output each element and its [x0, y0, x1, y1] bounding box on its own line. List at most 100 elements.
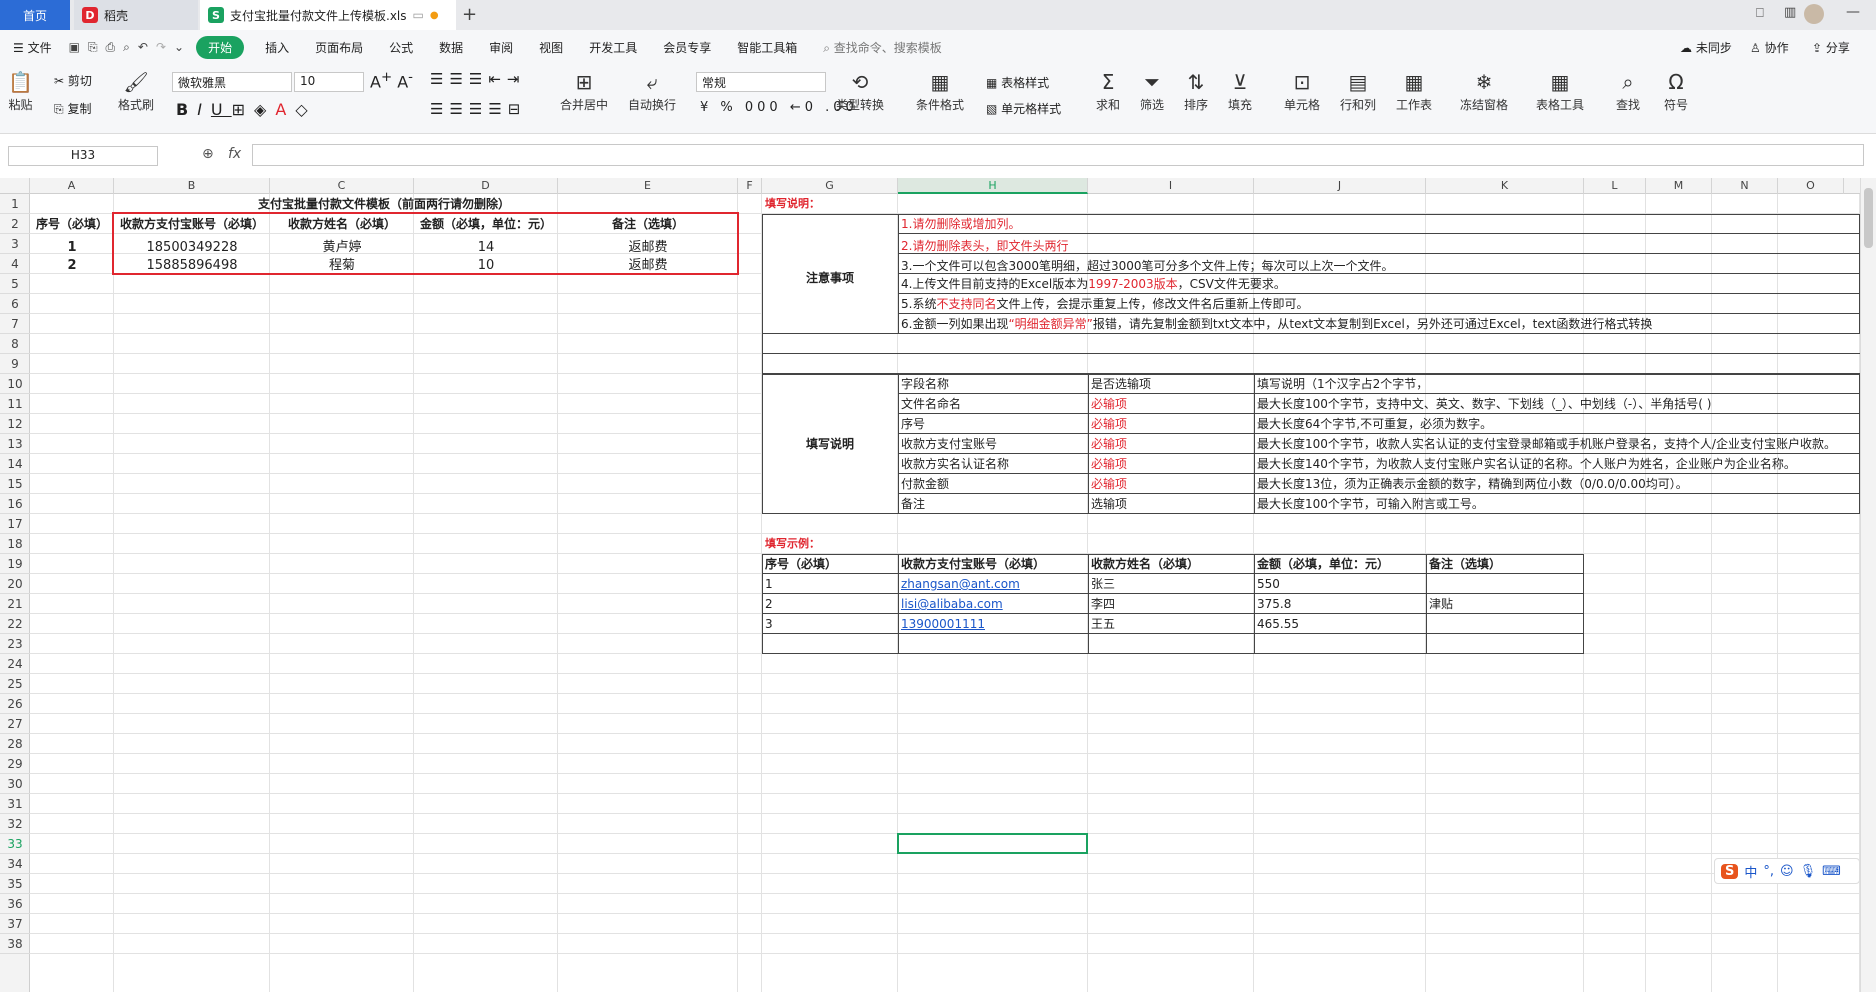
font-size-select[interactable]: 10 [294, 72, 364, 92]
row-header[interactable]: 31 [0, 794, 30, 814]
freeze-button[interactable]: ❄ 冻结窗格 [1460, 70, 1508, 113]
menu-file[interactable]: ☰ 文件 [0, 39, 65, 56]
menu-review[interactable]: 审阅 [476, 39, 526, 56]
keyboard-icon[interactable]: ⌨ [1822, 864, 1841, 879]
row-header[interactable]: 2 [0, 214, 30, 234]
align-bottom-group[interactable]: ☰☰☰☰⊟ [430, 100, 526, 118]
command-search[interactable]: ⌕ 查找命令、搜索模板 [810, 39, 955, 56]
page-num-icon[interactable]: ⎕ [1756, 6, 1764, 21]
col-header[interactable]: L [1584, 178, 1646, 194]
preview-icon[interactable]: ⌕ [119, 40, 134, 55]
zoom-icon[interactable]: ⊕ [202, 146, 214, 162]
menu-page-layout[interactable]: 页面布局 [302, 39, 376, 56]
menu-smart-toolbox[interactable]: 智能工具箱 [724, 39, 810, 56]
example-account-link[interactable]: lisi@alibaba.com [901, 594, 1085, 614]
selected-cell-h33[interactable] [897, 833, 1088, 854]
paste-button[interactable]: 📋 粘贴 [8, 70, 33, 113]
filter-button[interactable]: ⏷ 筛选 [1140, 70, 1164, 113]
row-header[interactable]: 14 [0, 454, 30, 474]
sheet-button[interactable]: ▦ 工作表 [1396, 70, 1432, 113]
fx-icon[interactable]: fx [228, 146, 241, 162]
clear-icon[interactable]: ◇ [295, 100, 316, 119]
layout-icon[interactable]: ▥ [1784, 5, 1796, 20]
ime-punct[interactable]: °, [1763, 864, 1774, 879]
wrap-text-button[interactable]: ⤶ 自动换行 [628, 70, 676, 113]
row-header[interactable]: 12 [0, 414, 30, 434]
align-top-group[interactable]: ☰☰☰⇤⇥ [430, 70, 525, 88]
col-header[interactable]: F [738, 178, 762, 194]
row-header[interactable]: 25 [0, 674, 30, 694]
col-header[interactable]: M [1646, 178, 1712, 194]
row-header[interactable]: 21 [0, 594, 30, 614]
row-header[interactable]: 20 [0, 574, 30, 594]
print-icon[interactable]: ⎙ [102, 40, 120, 55]
menu-start[interactable]: 开始 [196, 35, 245, 59]
col-header[interactable]: E [558, 178, 738, 194]
mic-icon[interactable]: 🎙 [1800, 864, 1817, 879]
number-format-select[interactable]: 常规 [696, 72, 826, 92]
underline-icon[interactable]: U [211, 100, 232, 119]
more-chevron-icon[interactable]: ⌄ [170, 40, 188, 54]
number-format-group[interactable]: ¥ % 000 ←0 .00 [700, 100, 858, 115]
menu-formula[interactable]: 公式 [376, 39, 426, 56]
row-header[interactable]: 18 [0, 534, 30, 554]
window-icon[interactable]: ▭ [413, 8, 424, 22]
row-header[interactable]: 30 [0, 774, 30, 794]
menu-member[interactable]: 会员专享 [650, 39, 724, 56]
col-header[interactable]: O [1778, 178, 1844, 194]
menu-view[interactable]: 视图 [526, 39, 576, 56]
avatar[interactable] [1804, 4, 1824, 24]
sync-status[interactable]: ☁ 未同步 [1680, 39, 1732, 56]
col-header[interactable]: N [1712, 178, 1778, 194]
sum-button[interactable]: Σ 求和 [1096, 70, 1120, 113]
example-account-link[interactable]: zhangsan@ant.com [901, 574, 1085, 594]
fill-color-icon[interactable]: ◈ [254, 100, 275, 119]
format-painter-button[interactable]: 🖌 格式刷 [118, 70, 154, 113]
undo-icon[interactable]: ↶ [134, 40, 152, 54]
col-header[interactable]: J [1254, 178, 1426, 194]
symbol-button[interactable]: Ω 符号 [1664, 70, 1688, 113]
fill-button[interactable]: ⊻ 填充 [1228, 70, 1252, 113]
export-icon[interactable]: ⎘ [84, 40, 102, 55]
font-grow-icon[interactable]: A+ A- [370, 70, 413, 91]
menu-data[interactable]: 数据 [426, 39, 476, 56]
col-header[interactable]: G [762, 178, 898, 194]
name-box[interactable]: H33 [8, 146, 158, 166]
sort-button[interactable]: ⇅ 排序 [1184, 70, 1208, 113]
cell-button[interactable]: ⊡ 单元格 [1284, 70, 1320, 113]
row-header[interactable]: 32 [0, 814, 30, 834]
col-header[interactable]: H [898, 178, 1088, 194]
cell-style-button[interactable]: ▧ 单元格样式 [986, 100, 1061, 117]
row-header[interactable]: 24 [0, 654, 30, 674]
border-icon[interactable]: ⊞ [232, 100, 254, 119]
new-tab-plus-icon[interactable]: + [462, 4, 477, 25]
redo-icon[interactable]: ↷ [152, 40, 170, 54]
collab-button[interactable]: ♙ 协作 [1750, 39, 1789, 56]
example-account-link[interactable]: 13900001111 [901, 614, 1085, 634]
save-icon[interactable]: ▣ [65, 40, 84, 54]
row-header[interactable]: 29 [0, 754, 30, 774]
menu-insert[interactable]: 插入 [252, 39, 302, 56]
col-header[interactable]: I [1088, 178, 1254, 194]
bold-icon[interactable]: B [176, 100, 197, 119]
find-button[interactable]: ⌕ 查找 [1616, 70, 1640, 113]
tab-daoke[interactable]: D 稻壳 [74, 0, 198, 30]
col-header[interactable]: K [1426, 178, 1584, 194]
merge-center-button[interactable]: ⊞ 合并居中 [560, 70, 608, 113]
row-header[interactable]: 11 [0, 394, 30, 414]
row-header[interactable]: 28 [0, 734, 30, 754]
col-header[interactable]: C [270, 178, 414, 194]
row-header[interactable]: 23 [0, 634, 30, 654]
ime-toolbar[interactable]: S 中 °, ☺ 🎙 ⌨ [1714, 858, 1860, 884]
select-all-corner[interactable] [0, 178, 30, 194]
row-header[interactable]: 3 [0, 234, 30, 254]
ime-lang[interactable]: 中 [1744, 862, 1757, 881]
tab-file[interactable]: S 支付宝批量付款文件上传模板.xls ▭ ● [200, 0, 456, 30]
tab-home[interactable]: 首页 [0, 0, 70, 30]
share-button[interactable]: ⇪ 分享 [1812, 39, 1850, 56]
template-cell[interactable]: 1 [33, 238, 111, 258]
row-header[interactable]: 1 [0, 194, 30, 214]
row-header[interactable]: 38 [0, 934, 30, 954]
minimize-icon[interactable]: — [1846, 4, 1860, 20]
row-header[interactable]: 8 [0, 334, 30, 354]
